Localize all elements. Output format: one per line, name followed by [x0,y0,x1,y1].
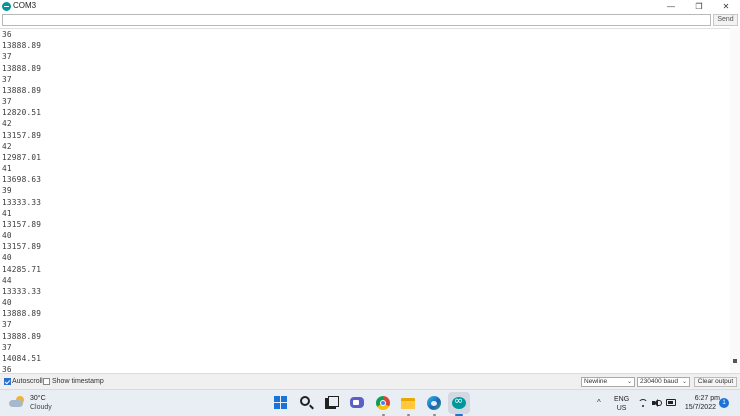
arduino-app-icon [2,2,11,11]
restore-button[interactable]: ❐ [686,0,712,13]
output-line: 13888.89 [2,41,42,51]
output-line: 40 [2,231,12,241]
output-line: 44 [2,275,12,285]
output-line: 13698.63 [2,175,42,185]
output-line: 37 [2,320,12,330]
show-timestamp-label[interactable]: Show timestamp [52,378,104,386]
output-line: 13333.33 [2,286,42,296]
output-line: 41 [2,208,12,218]
show-timestamp-checkbox[interactable] [43,378,50,385]
chevron-down-icon: ⌄ [681,379,687,385]
output-line: 13888.89 [2,63,42,73]
search-icon[interactable] [299,395,315,411]
output-line: 41 [2,164,12,174]
clock-date[interactable]: 15/7/2022 [680,404,716,411]
region-code: US [616,405,627,412]
serial-monitor-window: COM3 — ❐ ✕ Send 36 13888.89 37 13888.89 37 13… [0,0,740,389]
output-line: 36 [2,30,12,39]
output-line: 14285.71 [2,264,42,274]
output-line: 13157.89 [2,130,42,140]
window-title: COM3 [13,1,37,10]
output-scrollbar[interactable] [730,28,740,373]
serial-output[interactable]: 36 13888.89 37 13888.89 37 13888.89 37 12820.51… [0,28,730,373]
clear-output-button[interactable]: Clear output [694,377,737,387]
edge-icon[interactable] [426,395,442,411]
battery-icon[interactable] [666,399,676,406]
output-line: 12820.51 [2,108,42,118]
teams-chat-icon[interactable] [349,395,365,411]
arduino-ide-icon[interactable] [448,392,470,414]
autoscroll-label[interactable]: Autoscroll [12,378,43,386]
output-line: 13888.89 [2,85,42,95]
task-view-icon[interactable] [324,395,340,411]
weather-temperature: 30°C [30,395,46,402]
scroll-thumb[interactable] [733,359,737,363]
output-line: 42 [2,119,12,129]
partly-cloudy-icon [9,396,25,408]
minimize-button[interactable]: — [658,0,684,13]
output-line: 37 [2,342,12,352]
clock-time[interactable]: 6:27 pm [680,395,720,402]
language-indicator[interactable]: ENG US [614,395,629,413]
output-line: 37 [2,97,12,107]
chevron-down-icon: ⌄ [626,379,632,385]
line-ending-value: Newline [584,378,608,385]
close-button[interactable]: ✕ [713,0,739,13]
title-bar[interactable]: COM3 — ❐ ✕ [0,0,740,13]
output-line: 13157.89 [2,219,42,229]
output-line: 36 [2,365,12,373]
start-icon[interactable] [273,395,289,411]
output-line: 13157.89 [2,242,42,252]
send-row: Send [0,13,740,28]
output-line: 14084.51 [2,353,42,363]
output-line: 13888.89 [2,331,42,341]
weather-condition: Cloudy [30,404,52,411]
baud-rate-value: 230400 baud [640,378,678,385]
bottom-toolbar: Autoscroll Show timestamp Newline ⌄ 2304… [0,373,740,389]
output-line: 40 [2,298,12,308]
output-line: 42 [2,141,12,151]
output-line: 13888.89 [2,309,42,319]
wifi-icon[interactable] [638,399,648,407]
send-input[interactable] [2,14,711,26]
send-button[interactable]: Send [713,14,738,26]
baud-rate-select[interactable]: 230400 baud ⌄ [637,377,690,387]
output-line: 39 [2,186,12,196]
taskbar: 30°C Cloudy ^ ENG US 6:27 pm 15/7/2022 1 [0,389,740,416]
file-explorer-icon[interactable] [400,395,416,411]
line-ending-select[interactable]: Newline ⌄ [581,377,635,387]
output-line: 40 [2,253,12,263]
output-line: 12987.01 [2,152,42,162]
output-line: 37 [2,52,12,62]
chrome-icon[interactable] [375,395,391,411]
volume-icon[interactable] [652,399,662,407]
autoscroll-checkbox[interactable] [4,378,11,385]
output-line: 13333.33 [2,197,42,207]
notification-badge[interactable]: 1 [719,398,729,408]
show-hidden-icons-chevron[interactable]: ^ [597,398,601,407]
output-line: 37 [2,74,12,84]
language-code: ENG [614,396,630,403]
